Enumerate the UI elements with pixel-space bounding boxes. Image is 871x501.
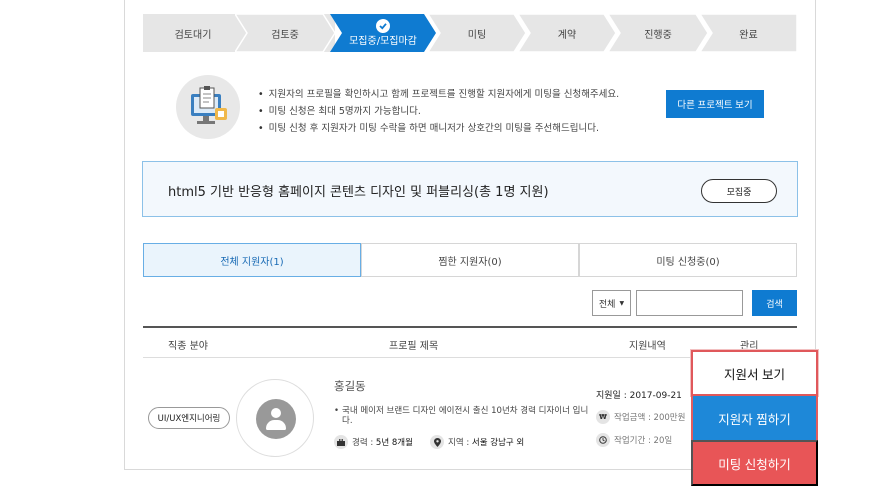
avatar: [236, 379, 314, 457]
won-icon: ₩: [596, 410, 610, 424]
step-complete: 완료: [700, 14, 797, 52]
step-review-waiting: 검토대기: [143, 14, 243, 52]
career-value: 5년 8개월: [375, 438, 413, 448]
info-line: 미팅 신청 후 지원자가 미팅 수락을 하면 매니저가 상호간의 미팅을 주선해…: [258, 120, 619, 137]
period-text: 작업기간 : 20일: [614, 436, 673, 446]
step-label: 계약: [557, 29, 577, 41]
filter-select[interactable]: 전체 ▼: [592, 290, 631, 316]
career-label: 경력 :: [352, 438, 374, 448]
work-amount: ₩ 작업금액 : 200만원: [596, 410, 685, 424]
step-label: 모집중/모집마감: [349, 35, 417, 47]
tab-picked-applicants[interactable]: 찜한 지원자(0): [361, 243, 579, 277]
computer-checklist-icon: [176, 75, 240, 139]
step-contract: 계약: [518, 14, 616, 52]
step-label: 검토대기: [174, 29, 212, 41]
filter-value: 전체: [598, 299, 616, 310]
region-label: 지역 :: [448, 438, 470, 448]
person-icon: [256, 399, 296, 439]
career-info: 경력 : 5년 8개월: [334, 435, 413, 449]
apply-date: 지원일 : 2017-09-21: [596, 391, 682, 401]
tab-meeting-requested[interactable]: 미팅 신청중(0): [579, 243, 797, 277]
header-field: 직종 분야: [168, 341, 208, 352]
pick-applicant-button[interactable]: 지원자 찜하기: [691, 396, 818, 440]
search-button[interactable]: 검색: [752, 290, 797, 316]
amount-text: 작업금액 : 200만원: [614, 413, 686, 423]
search-input[interactable]: [636, 290, 743, 316]
work-period: 작업기간 : 20일: [596, 433, 672, 447]
view-application-button[interactable]: 지원서 보기: [691, 350, 818, 396]
project-banner: html5 기반 반응형 홈페이지 콘텐츠 디자인 및 퍼블리싱(총 1명 지원…: [142, 161, 798, 217]
location-pin-icon: [430, 435, 444, 449]
field-badge: UI/UX엔지니어링: [148, 407, 230, 429]
info-line: 지원자의 프로필을 확인하시고 함께 프로젝트를 진행할 지원자에게 미팅을 신…: [258, 86, 620, 103]
step-meeting: 미팅: [428, 14, 526, 52]
step-label: 완료: [739, 29, 758, 41]
step-label: 미팅: [467, 29, 487, 41]
region-info: 지역 : 서울 강남구 외: [430, 435, 524, 449]
step-recruiting: 모집중/모집마감: [330, 14, 436, 52]
status-badge: 모집중: [701, 179, 777, 203]
header-application: 지원내역: [629, 341, 666, 352]
applicant-name[interactable]: 홍길동: [334, 378, 366, 394]
info-line: 미팅 신청은 최대 5명까지 가능합니다.: [258, 103, 619, 120]
region-value: 서울 강남구 외: [471, 438, 525, 448]
step-in-progress: 진행중: [608, 14, 708, 52]
request-meeting-button[interactable]: 미팅 신청하기: [691, 440, 818, 486]
briefcase-icon: [334, 435, 348, 449]
tab-all-applicants[interactable]: 전체 지원자(1): [143, 243, 361, 277]
other-projects-button[interactable]: 다른 프로젝트 보기: [666, 90, 764, 118]
clock-icon: [596, 433, 610, 447]
info-list: 지원자의 프로필을 확인하시고 함께 프로젝트를 진행할 지원자에게 미팅을 신…: [258, 86, 620, 137]
header-profile-title: 프로필 제목: [389, 341, 439, 352]
applicant-tabs: 전체 지원자(1) 찜한 지원자(0) 미팅 신청중(0): [143, 243, 797, 277]
project-title: html5 기반 반응형 홈페이지 콘텐츠 디자인 및 퍼블리싱(총 1명 지원…: [168, 185, 549, 200]
step-label: 검토중: [271, 29, 299, 41]
step-reviewing: 검토중: [235, 14, 335, 52]
step-label: 진행중: [644, 29, 672, 41]
applicant-description: 국내 메이저 브랜드 디자인 에이전시 출신 10년차 경력 디자이너 입니다.: [334, 406, 590, 426]
caret-down-icon: ▼: [619, 299, 625, 307]
progress-steps: 검토대기 검토중 모집중/모집마감 미팅 계약 진행중 완료: [143, 14, 797, 52]
